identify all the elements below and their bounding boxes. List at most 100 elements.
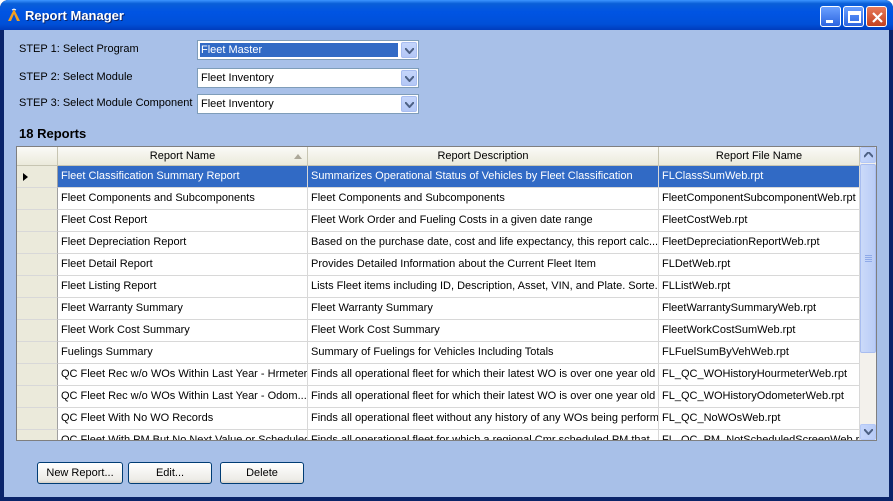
vertical-scrollbar[interactable] (860, 147, 876, 440)
table-row[interactable]: Fleet Warranty Summary Fleet Warranty Sum… (17, 298, 860, 320)
row-header[interactable] (17, 364, 58, 386)
cell-name[interactable]: Fleet Detail Report (58, 254, 308, 276)
table-row[interactable]: Fuelings Summary Summary of Fuelings for … (17, 342, 860, 364)
table-row[interactable]: Fleet Work Cost Summary Fleet Work Cost S… (17, 320, 860, 342)
cell-desc[interactable]: Fleet Work Cost Summary (308, 320, 659, 342)
column-header-report-name[interactable]: Report Name (58, 147, 308, 166)
cell-name[interactable]: Fleet Components and Subcomponents (58, 188, 308, 210)
table-row[interactable]: Fleet Components and Subcomponents Fleet … (17, 188, 860, 210)
module-select[interactable]: Fleet Inventory (197, 68, 419, 88)
table-row[interactable]: Fleet Cost Report Fleet Work Order and Fu… (17, 210, 860, 232)
reports-count: 18 Reports (19, 126, 87, 141)
cell-desc[interactable]: Finds all operational fleet without any … (308, 408, 659, 430)
row-header[interactable] (17, 386, 58, 408)
chevron-down-icon[interactable] (401, 96, 417, 112)
column-header-label: Report File Name (715, 150, 803, 162)
new-report-button[interactable]: New Report... (37, 462, 123, 484)
cell-name[interactable]: Fleet Work Cost Summary (58, 320, 308, 342)
cell-name[interactable]: QC Fleet With PM But No Next Value or Sc… (58, 430, 308, 440)
cell-name[interactable]: Fleet Cost Report (58, 210, 308, 232)
table-row[interactable]: Fleet Listing Report Lists Fleet items in… (17, 276, 860, 298)
module-select-value: Fleet Inventory (201, 72, 274, 84)
cell-file[interactable]: FLClassSumWeb.rpt (659, 166, 860, 188)
cell-file[interactable]: FLListWeb.rpt (659, 276, 860, 298)
row-header[interactable] (17, 254, 58, 276)
table-row[interactable]: QC Fleet Rec w/o WOs Within Last Year - … (17, 386, 860, 408)
cell-file[interactable]: FL_QC_NoWOsWeb.rpt (659, 408, 860, 430)
cell-name[interactable]: Fleet Warranty Summary (58, 298, 308, 320)
table-row[interactable]: QC Fleet Rec w/o WOs Within Last Year - … (17, 364, 860, 386)
grid-header: Report Name Report Description Report Fi… (17, 147, 860, 166)
cell-name[interactable]: Fleet Depreciation Report (58, 232, 308, 254)
table-row[interactable]: QC Fleet With PM But No Next Value or Sc… (17, 430, 860, 440)
cell-file[interactable]: FleetCostWeb.rpt (659, 210, 860, 232)
chevron-down-icon[interactable] (401, 42, 417, 58)
cell-file[interactable]: FleetWorkCostSumWeb.rpt (659, 320, 860, 342)
reports-grid: Report Name Report Description Report Fi… (16, 146, 877, 441)
module-component-select[interactable]: Fleet Inventory (197, 94, 419, 114)
row-header[interactable] (17, 342, 58, 364)
cell-file[interactable]: FLFuelSumByVehWeb.rpt (659, 342, 860, 364)
chevron-down-icon[interactable] (401, 70, 417, 86)
scroll-thumb[interactable] (860, 164, 876, 353)
row-header[interactable] (17, 430, 58, 440)
cell-file[interactable]: FleetWarrantySummaryWeb.rpt (659, 298, 860, 320)
edit-button[interactable]: Edit... (128, 462, 212, 484)
table-row[interactable]: Fleet Detail Report Provides Detailed Inf… (17, 254, 860, 276)
grip-line (865, 259, 872, 260)
module-component-select-value: Fleet Inventory (201, 98, 274, 110)
step3-label: STEP 3: Select Module Component (19, 97, 193, 109)
table-row[interactable]: Fleet Classification Summary Report Summa… (17, 166, 860, 188)
row-header[interactable] (17, 408, 58, 430)
row-header[interactable] (17, 188, 58, 210)
client-area: STEP 1: Select Program Fleet Master STEP… (4, 30, 889, 497)
row-header[interactable] (17, 276, 58, 298)
cell-file[interactable]: FLDetWeb.rpt (659, 254, 860, 276)
grip-line (865, 261, 872, 262)
maximize-button[interactable] (843, 6, 864, 27)
cell-desc[interactable]: Summary of Fuelings for Vehicles Includi… (308, 342, 659, 364)
cell-name[interactable]: Fleet Classification Summary Report (58, 166, 308, 188)
column-header-report-description[interactable]: Report Description (308, 147, 659, 166)
cell-name[interactable]: Fleet Listing Report (58, 276, 308, 298)
title-bar[interactable]: Report Manager (0, 0, 893, 30)
column-header-label: Report Description (437, 150, 529, 162)
cell-desc[interactable]: Finds all operational fleet for which a … (308, 430, 659, 440)
row-header[interactable] (17, 210, 58, 232)
row-header[interactable] (17, 298, 58, 320)
program-select[interactable]: Fleet Master (197, 40, 419, 60)
scroll-up-icon[interactable] (860, 147, 876, 163)
cell-desc[interactable]: Based on the purchase date, cost and lif… (308, 232, 659, 254)
cell-desc[interactable]: Fleet Warranty Summary (308, 298, 659, 320)
cell-desc[interactable]: Lists Fleet items including ID, Descript… (308, 276, 659, 298)
row-header[interactable] (17, 320, 58, 342)
column-header-report-file-name[interactable]: Report File Name (659, 147, 860, 166)
grip-line (865, 257, 872, 258)
cell-file[interactable]: FL_QC_WOHistoryOdometerWeb.rpt (659, 386, 860, 408)
cell-file[interactable]: FL_QC_WOHistoryHourmeterWeb.rpt (659, 364, 860, 386)
cell-desc[interactable]: Summarizes Operational Status of Vehicle… (308, 166, 659, 188)
cell-desc[interactable]: Fleet Components and Subcomponents (308, 188, 659, 210)
cell-desc[interactable]: Finds all operational fleet for which th… (308, 364, 659, 386)
cell-name[interactable]: QC Fleet Rec w/o WOs Within Last Year - … (58, 364, 308, 386)
cell-file[interactable]: FleetComponentSubcomponentWeb.rpt (659, 188, 860, 210)
delete-button[interactable]: Delete (220, 462, 304, 484)
table-row[interactable]: QC Fleet With No WO Records Finds all ope… (17, 408, 860, 430)
cell-desc[interactable]: Fleet Work Order and Fueling Costs in a … (308, 210, 659, 232)
cell-desc[interactable]: Finds all operational fleet for which th… (308, 386, 659, 408)
minimize-button[interactable] (820, 6, 841, 27)
row-header[interactable] (17, 232, 58, 254)
cell-desc[interactable]: Provides Detailed Information about the … (308, 254, 659, 276)
window-title: Report Manager (25, 8, 124, 23)
cell-file[interactable]: FleetDepreciationReportWeb.rpt (659, 232, 860, 254)
table-row[interactable]: Fleet Depreciation Report Based on the pu… (17, 232, 860, 254)
scroll-down-icon[interactable] (860, 424, 876, 440)
close-button[interactable] (866, 6, 887, 27)
cell-file[interactable]: FL_QC_PM_NotScheduledScreenWeb.rpt (659, 430, 860, 440)
column-header-label: Report Name (149, 150, 216, 162)
cell-name[interactable]: QC Fleet With No WO Records (58, 408, 308, 430)
cell-name[interactable]: Fuelings Summary (58, 342, 308, 364)
app-icon (6, 7, 22, 23)
cell-name[interactable]: QC Fleet Rec w/o WOs Within Last Year - … (58, 386, 308, 408)
row-header[interactable] (17, 166, 58, 188)
